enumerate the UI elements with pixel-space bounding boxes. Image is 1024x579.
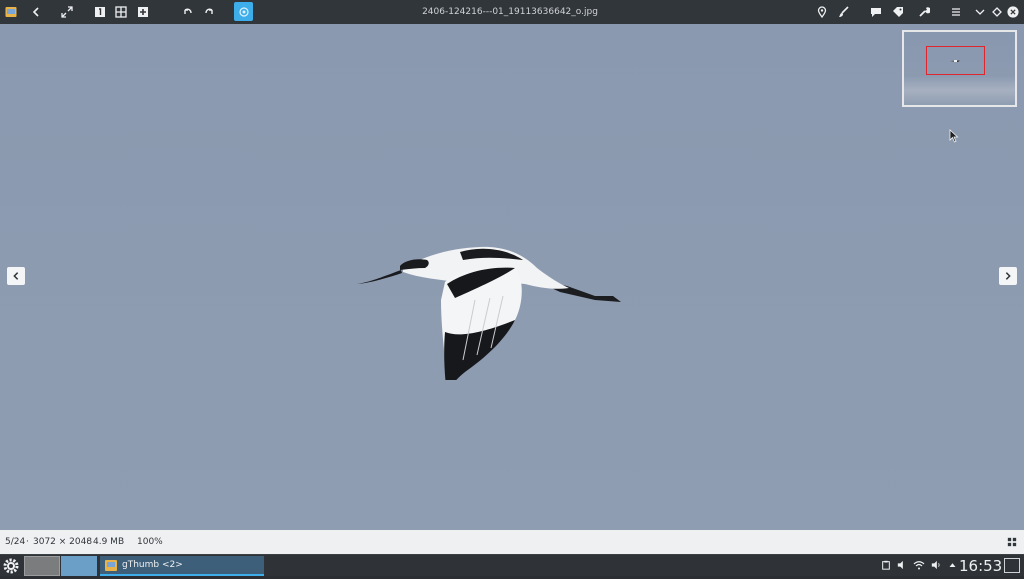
zoom-fit-icon[interactable]: [112, 3, 130, 21]
chevron-left-icon: [13, 272, 19, 280]
gthumb-window: 2406-124216---01_19113636642_o.jpg 5/24 …: [0, 0, 1024, 554]
show-desktop-button[interactable]: [1004, 558, 1020, 573]
virtual-desktop-1[interactable]: [24, 556, 60, 576]
image-viewer[interactable]: [0, 24, 1024, 530]
taskbar: gThumb <2> 16:53: [0, 554, 1024, 576]
chevron-right-icon: [1005, 272, 1011, 280]
image-filesize: 4.9 MB: [93, 537, 125, 547]
rotate-left-icon[interactable]: [178, 3, 196, 21]
chevron-down-icon[interactable]: [971, 3, 989, 21]
clock[interactable]: 16:53: [959, 555, 1002, 577]
clipboard-icon[interactable]: [879, 558, 893, 572]
close-icon[interactable]: [1004, 3, 1022, 21]
status-separator: ·: [86, 537, 89, 547]
zoom-100-icon[interactable]: [91, 3, 109, 21]
brush-icon[interactable]: [835, 3, 853, 21]
volume-icon[interactable]: [895, 558, 909, 572]
rotate-right-icon[interactable]: [201, 3, 219, 21]
zoom-in-icon[interactable]: [134, 3, 152, 21]
previous-image-button[interactable]: [7, 267, 25, 285]
speaker-icon[interactable]: [929, 558, 943, 572]
task-gthumb[interactable]: gThumb <2>: [100, 556, 264, 576]
next-image-button[interactable]: [999, 267, 1017, 285]
header-bar: 2406-124216---01_19113636642_o.jpg: [0, 0, 1024, 24]
thumbnail-grid-button[interactable]: [1003, 533, 1021, 551]
status-bar: 5/24 · 3072 × 2048 · 4.9 MB 100%: [0, 530, 1024, 554]
window-title: 2406-124216---01_19113636642_o.jpg: [422, 7, 598, 17]
application-launcher[interactable]: [2, 557, 20, 575]
comment-icon[interactable]: [867, 3, 885, 21]
mouse-cursor: [949, 129, 959, 143]
avocet-photo: [357, 246, 621, 380]
image-position: 5/24: [5, 537, 26, 547]
gear-icon: [3, 558, 19, 574]
fullscreen-icon[interactable]: [58, 3, 76, 21]
chevron-up-icon[interactable]: [945, 558, 959, 572]
hamburger-menu-icon[interactable]: [947, 3, 965, 21]
wrench-icon[interactable]: [915, 3, 933, 21]
zoom-level: 100%: [137, 537, 163, 547]
task-label: gThumb <2>: [122, 560, 183, 570]
grid-icon: [1007, 537, 1017, 547]
gthumb-app-icon[interactable]: [2, 3, 20, 21]
image-overview-navigator[interactable]: [902, 30, 1017, 107]
status-separator: ·: [26, 537, 29, 547]
tag-icon[interactable]: [889, 3, 907, 21]
gthumb-app-icon: [105, 560, 117, 571]
edit-icon[interactable]: [234, 2, 253, 21]
image-dimensions: 3072 × 2048: [33, 537, 93, 547]
overview-bird-thumbnail: [950, 60, 960, 62]
wifi-icon[interactable]: [912, 558, 926, 572]
chevron-left-icon[interactable]: [27, 3, 45, 21]
location-pin-icon[interactable]: [813, 3, 831, 21]
virtual-desktop-2[interactable]: [61, 556, 97, 576]
